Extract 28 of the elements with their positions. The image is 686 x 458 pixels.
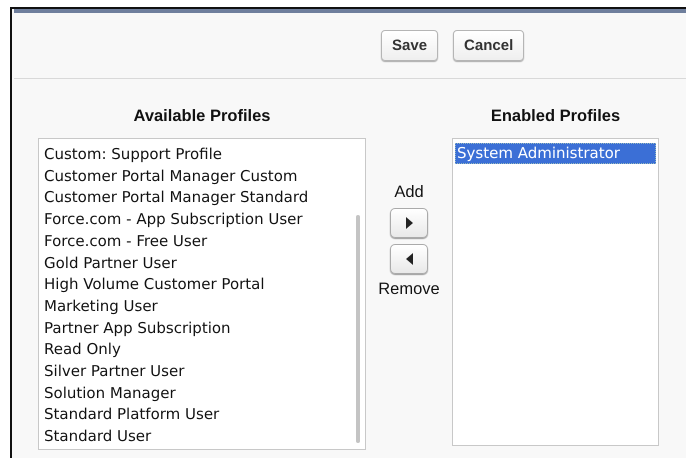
- list-box[interactable]: System Administrator: [452, 138, 659, 446]
- list-option[interactable]: Read Only: [43, 339, 361, 362]
- list-option[interactable]: System Administrator: [455, 143, 656, 164]
- add-button[interactable]: [390, 208, 428, 238]
- remove-label: Remove: [378, 280, 440, 299]
- column-heading: Available Profiles: [134, 107, 270, 126]
- list-option[interactable]: Standard User: [43, 426, 361, 448]
- action-button[interactable]: Save: [381, 30, 438, 61]
- list-option[interactable]: Custom: Support Profile: [43, 144, 361, 166]
- left-arrow-icon: [406, 253, 412, 265]
- column-heading: Enabled Profiles: [490, 107, 620, 126]
- list-option[interactable]: Silver Partner User: [43, 361, 361, 383]
- list-box[interactable]: [38, 138, 366, 450]
- list-option[interactable]: Marketing User: [43, 296, 361, 318]
- list-option[interactable]: Customer Portal Manager Standard: [43, 187, 361, 210]
- remove-button[interactable]: [390, 244, 428, 274]
- list-option[interactable]: Solution Manager: [43, 382, 361, 404]
- add-label: Add: [394, 183, 424, 202]
- action-button[interactable]: Cancel: [453, 30, 524, 61]
- list-option[interactable]: Gold Partner User: [43, 252, 361, 274]
- list-option[interactable]: High Volume Customer Portal: [43, 274, 361, 296]
- scrollbar[interactable]: [356, 215, 360, 443]
- list-option[interactable]: Standard Platform User: [43, 404, 361, 426]
- list-option[interactable]: Force.com - Free User: [43, 230, 361, 253]
- list-option[interactable]: Force.com - App Subscription User: [43, 209, 361, 231]
- right-arrow-icon: [406, 217, 412, 229]
- list-option[interactable]: Customer Portal Manager Custom: [43, 166, 361, 188]
- list-option[interactable]: Partner App Subscription: [43, 318, 361, 340]
